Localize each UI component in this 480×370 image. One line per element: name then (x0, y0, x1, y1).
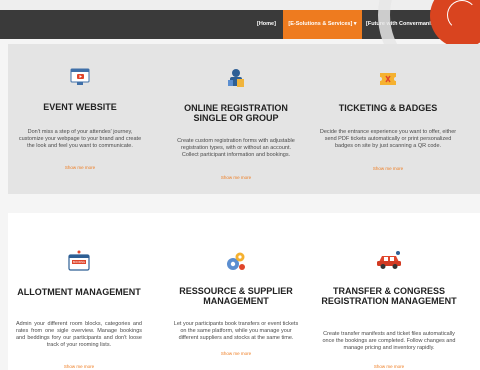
website-icon (70, 68, 90, 86)
feature-card-resource-supplier: RESSOURCE & SUPPLIER MANAGEMENT Let your… (166, 250, 306, 360)
feature-description: Let your participants book transfers or … (173, 321, 299, 341)
supplier-icon (225, 250, 247, 272)
feature-title: TICKETING & BADGES (338, 103, 438, 113)
icon-label: BOOKING (73, 260, 85, 264)
nav-home-link[interactable]: [Home] (257, 10, 276, 39)
show-more-link[interactable]: Show me more (168, 175, 304, 180)
hotel-icon: BOOKING (66, 250, 92, 272)
feature-card-allotment: BOOKING ALLOTMENT MANAGEMENT Admin your … (15, 250, 143, 369)
feature-description: Don't miss a step of your attendes' jour… (18, 129, 142, 149)
feature-title: RESSOURCE & SUPPLIER MANAGEMENT (179, 286, 293, 306)
logo-arc-icon (447, 0, 477, 30)
feature-title: ONLINE REGISTRATION SINGLE OR GROUP (184, 103, 288, 123)
feature-description: Admin your different room blocks, catego… (16, 321, 142, 348)
feature-title: ALLOTMENT MANAGEMENT (17, 287, 141, 297)
feature-title: TRANSFER & CONGRESS REGISTRATION MANAGEM… (321, 286, 457, 306)
show-more-link[interactable]: Show me more (316, 364, 462, 369)
feature-description: Create transfer manifests and ticket fil… (322, 331, 456, 351)
registration-icon (226, 68, 246, 88)
nav-solutions-link[interactable]: [E-Solutions & Services] ▾ (283, 10, 362, 39)
show-more-link[interactable]: Show me more (15, 364, 143, 369)
show-more-link[interactable]: Show me more (316, 166, 460, 171)
page: [Home] [E-Solutions & Services] ▾ [Futur… (0, 0, 480, 370)
car-icon (375, 250, 403, 270)
feature-description: Decide the entrance experience you want … (319, 129, 457, 149)
show-more-link[interactable]: Show me more (166, 351, 306, 356)
feature-card-ticketing: TICKETING & BADGES Decide the entrance e… (316, 68, 460, 178)
show-more-link[interactable]: Show me more (16, 165, 144, 170)
feature-title: EVENT WEBSITE (43, 102, 117, 112)
feature-card-event-website: EVENT WEBSITE Don't miss a step of your … (16, 68, 144, 178)
ticket-icon (378, 71, 398, 87)
feature-card-transfer-congress: TRANSFER & CONGRESS REGISTRATION MANAGEM… (316, 250, 462, 369)
feature-description: Create custom registration forms with ad… (177, 138, 295, 158)
feature-card-online-registration: ONLINE REGISTRATION SINGLE OR GROUP Crea… (168, 68, 304, 180)
